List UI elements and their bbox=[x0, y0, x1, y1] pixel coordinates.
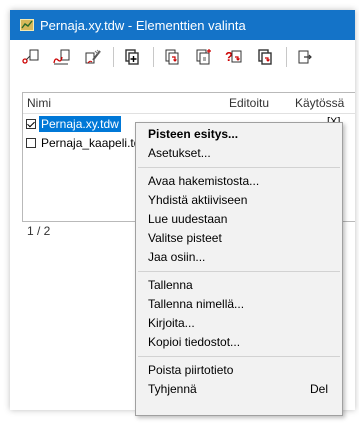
edit-brush-button[interactable] bbox=[80, 44, 106, 70]
document-down-button[interactable] bbox=[160, 44, 186, 70]
edit-brush-icon bbox=[85, 49, 101, 64]
title-bar[interactable]: Pernaja.xy.tdw - Elementtien valinta bbox=[10, 10, 355, 40]
add-document-button[interactable] bbox=[120, 44, 146, 70]
list-item-name: Pernaja.xy.tdw bbox=[39, 115, 121, 132]
column-header-name[interactable]: Nimi bbox=[27, 96, 51, 110]
column-header-in-use[interactable]: Käytössä bbox=[295, 96, 344, 110]
menu-item-write[interactable]: Kirjoita... bbox=[136, 314, 342, 333]
toolbar-separator bbox=[153, 47, 154, 67]
new-line-icon bbox=[53, 49, 70, 65]
document-export-button[interactable] bbox=[293, 44, 319, 70]
app-icon bbox=[20, 19, 34, 31]
menu-item-settings[interactable]: Asetukset... bbox=[136, 144, 342, 163]
toolbar-separator bbox=[113, 47, 114, 67]
document-filter-icon bbox=[258, 49, 272, 65]
record-position: 1 / 2 bbox=[27, 224, 51, 238]
menu-separator bbox=[138, 356, 340, 357]
menu-item-point-display[interactable]: Pisteen esitys... bbox=[136, 125, 342, 144]
element-selection-window: Pernaja.xy.tdw - Elementtien valinta ? N… bbox=[10, 10, 355, 416]
new-line-button[interactable] bbox=[49, 44, 75, 70]
menu-separator bbox=[138, 167, 340, 168]
document-down-icon bbox=[165, 49, 179, 65]
column-header-edited[interactable]: Editoitu bbox=[229, 96, 269, 110]
new-point-button[interactable] bbox=[18, 44, 44, 70]
document-question-button[interactable]: ? bbox=[222, 44, 248, 70]
menu-item-select-points[interactable]: Valitse pisteet bbox=[136, 229, 342, 248]
add-document-icon bbox=[125, 49, 139, 65]
list-item-checkbox[interactable] bbox=[26, 137, 36, 148]
menu-separator bbox=[138, 271, 340, 272]
menu-item-split[interactable]: Jaa osiin... bbox=[136, 248, 342, 267]
new-point-icon bbox=[22, 49, 39, 64]
document-export-icon bbox=[298, 50, 312, 64]
document-split-icon bbox=[196, 49, 211, 65]
toolbar-separator bbox=[286, 47, 287, 67]
list-header: Nimi Editoitu Käytössä bbox=[23, 93, 355, 114]
window-title: Pernaja.xy.tdw - Elementtien valinta bbox=[40, 17, 246, 33]
context-menu: Pisteen esitys... Asetukset... Avaa hake… bbox=[135, 122, 343, 416]
menu-item-save[interactable]: Tallenna bbox=[136, 276, 342, 295]
menu-item-reload[interactable]: Lue uudestaan bbox=[136, 210, 342, 229]
document-split-button[interactable] bbox=[191, 44, 217, 70]
menu-item-open-from-folder[interactable]: Avaa hakemistosta... bbox=[136, 172, 342, 191]
toolbar: ? bbox=[10, 40, 355, 74]
menu-item-clear[interactable]: Tyhjennä Del bbox=[136, 380, 342, 399]
document-filter-button[interactable] bbox=[253, 44, 279, 70]
menu-item-merge-to-active[interactable]: Yhdistä aktiiviseen bbox=[136, 191, 342, 210]
document-question-icon: ? bbox=[225, 49, 242, 64]
menu-item-clear-label: Tyhjennä bbox=[148, 382, 197, 396]
menu-item-clear-shortcut: Del bbox=[309, 382, 328, 396]
menu-item-copy-files[interactable]: Kopioi tiedostot... bbox=[136, 333, 342, 352]
menu-item-save-as[interactable]: Tallenna nimellä... bbox=[136, 295, 342, 314]
list-item-checkbox[interactable] bbox=[26, 118, 36, 129]
menu-item-delete-drawing-data[interactable]: Poista piirtotieto bbox=[136, 361, 342, 380]
